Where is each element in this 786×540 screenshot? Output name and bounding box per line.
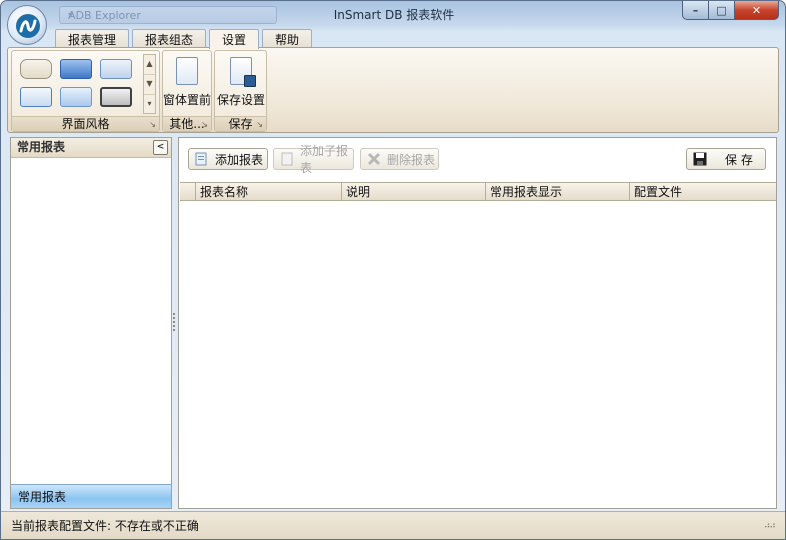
style-group-label: 界面风格	[12, 116, 159, 131]
window-icon	[176, 57, 198, 85]
save-settings-label: 保存设置	[217, 93, 266, 107]
column-header-config-file[interactable]: 配置文件	[629, 183, 776, 201]
report-list-pane: 添加报表 添加子报表 删除报表 保 存 报表名称 说明 常用报表显示 配置文件	[178, 137, 777, 509]
app-window: ADB Explorer ▾ InSmart DB 报表软件 – □ ✕ 报表管…	[0, 0, 786, 540]
delete-icon	[367, 152, 381, 166]
floppy-disk-icon	[693, 152, 707, 166]
window-topmost-button[interactable]: 窗体置前	[163, 53, 211, 115]
ribbon-tabs: 报表管理 报表组态 设置 帮助	[55, 29, 315, 49]
column-header-description[interactable]: 说明	[341, 183, 485, 201]
report-grid: 报表名称 说明 常用报表显示 配置文件	[180, 182, 776, 508]
app-menu-button[interactable]	[7, 5, 47, 45]
style-option-1[interactable]	[20, 59, 52, 79]
add-sub-report-icon	[280, 152, 294, 166]
tab-help[interactable]: 帮助	[262, 29, 313, 48]
grid-header: 报表名称 说明 常用报表显示 配置文件	[180, 182, 776, 201]
save-settings-button[interactable]: 保存设置	[217, 53, 265, 115]
style-option-3[interactable]	[100, 59, 132, 79]
tab-report-management[interactable]: 报表管理	[55, 29, 130, 48]
style-option-4[interactable]	[20, 87, 52, 107]
app-logo-icon	[16, 14, 40, 38]
maximize-button[interactable]: □	[709, 1, 735, 20]
save-settings-icon	[230, 57, 256, 87]
favorite-reports-pane: 常用报表 < 常用报表	[10, 137, 172, 509]
save-label: 保 存	[725, 152, 753, 167]
delete-report-button[interactable]: 删除报表	[360, 148, 439, 170]
favorite-reports-header: 常用报表 <	[11, 138, 171, 158]
add-report-label: 添加报表	[215, 152, 264, 167]
tab-settings[interactable]: 设置	[209, 29, 260, 49]
style-group-launcher-icon[interactable]: ↘	[149, 120, 156, 129]
window-topmost-label: 窗体置前	[163, 93, 212, 107]
title-bar: ADB Explorer ▾ InSmart DB 报表软件 – □ ✕	[1, 1, 785, 27]
status-text: 当前报表配置文件: 不存在或不正确	[11, 519, 199, 533]
delete-report-label: 删除报表	[387, 152, 436, 167]
resize-grip-icon[interactable]: ⠴⠴	[764, 521, 776, 531]
style-group: ▲ ▼ ▾ 界面风格 ↘	[11, 50, 160, 132]
caption-buttons: – □ ✕	[682, 1, 779, 20]
minimize-button[interactable]: –	[682, 1, 709, 20]
window-title: InSmart DB 报表软件	[333, 8, 455, 22]
save-group: 保存设置 保存 ↘	[214, 50, 267, 132]
style-gallery	[16, 55, 140, 113]
save-group-launcher-icon[interactable]: ↘	[256, 120, 263, 129]
save-button[interactable]: 保 存	[686, 148, 766, 170]
gallery-more-icon[interactable]: ▾	[144, 95, 155, 115]
pane-splitter[interactable]	[172, 311, 176, 333]
nav-item-favorite-reports[interactable]: 常用报表	[11, 484, 171, 508]
ribbon-panel: ▲ ▼ ▾ 界面风格 ↘ 窗体置前 其他... ↘ 保存设置 保存 ↘	[7, 47, 779, 133]
add-report-icon	[195, 152, 209, 166]
other-group-launcher-icon[interactable]: ↘	[201, 120, 208, 129]
style-option-5[interactable]	[60, 87, 92, 107]
tab-report-configuration[interactable]: 报表组态	[132, 29, 207, 48]
style-option-2[interactable]	[60, 59, 92, 79]
status-bar: 当前报表配置文件: 不存在或不正确 ⠴⠴	[1, 511, 785, 539]
style-option-6[interactable]	[100, 87, 132, 107]
gallery-down-icon[interactable]: ▼	[144, 75, 155, 95]
column-header-report-name[interactable]: 报表名称	[195, 183, 341, 201]
column-header-favorite-display[interactable]: 常用报表显示	[485, 183, 629, 201]
add-sub-report-button[interactable]: 添加子报表	[273, 144, 354, 175]
other-group: 窗体置前 其他... ↘	[162, 50, 212, 132]
row-selector-header	[180, 183, 195, 201]
favorite-reports-title: 常用报表	[17, 140, 66, 154]
collapse-pane-button[interactable]: <	[153, 140, 168, 155]
add-report-button[interactable]: 添加报表	[188, 148, 268, 170]
report-toolbar: 添加报表 添加子报表 删除报表 保 存	[179, 138, 776, 182]
style-gallery-scroller[interactable]: ▲ ▼ ▾	[143, 54, 156, 114]
close-button[interactable]: ✕	[735, 1, 779, 20]
gallery-up-icon[interactable]: ▲	[144, 55, 155, 75]
add-sub-report-label: 添加子报表	[300, 144, 349, 175]
